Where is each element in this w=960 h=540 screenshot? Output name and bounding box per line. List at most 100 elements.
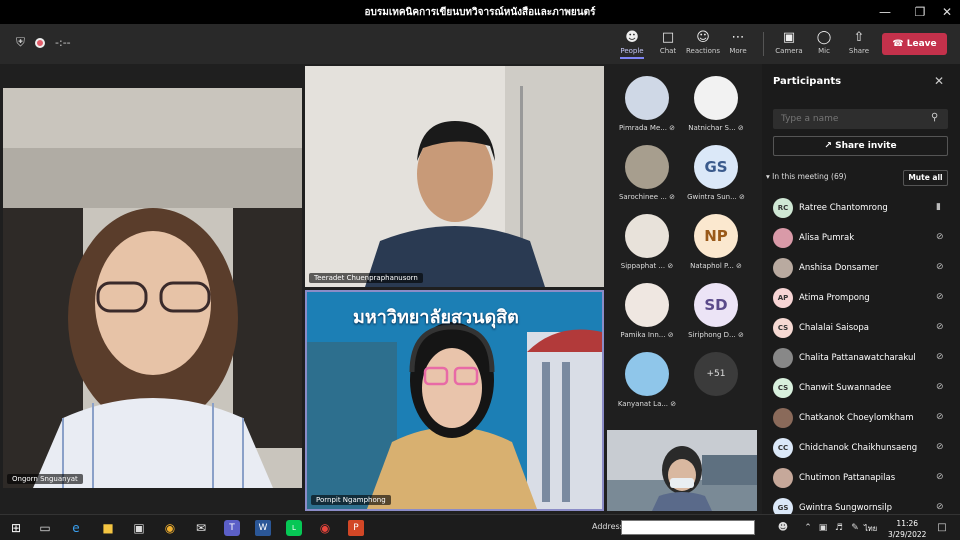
grid-participant[interactable]: Natnichar S... ⊘ xyxy=(685,76,747,132)
maximize-button[interactable]: ❐ xyxy=(905,0,935,24)
mic-off-icon[interactable]: ⊘ xyxy=(936,322,944,332)
self-view-tile[interactable] xyxy=(607,430,757,511)
participant-row[interactable]: Chalita Pattanawatcharakul ⊘ xyxy=(762,344,960,374)
grid-participant[interactable]: Sarochinee ... ⊘ xyxy=(616,145,678,201)
edge-icon[interactable]: e xyxy=(68,520,84,536)
mic-button[interactable]: ◯ Mic xyxy=(806,29,842,55)
mic-on-icon[interactable]: ▮ xyxy=(936,202,941,212)
mic-off-icon: ⊘ xyxy=(669,124,676,132)
word-icon[interactable]: W xyxy=(255,520,271,536)
participant-video xyxy=(3,88,302,488)
more-participants-button[interactable]: +51 xyxy=(685,352,747,396)
grid-participant[interactable]: Pamika Inn... ⊘ xyxy=(616,283,678,339)
more-button[interactable]: ⋯ More xyxy=(720,29,756,55)
grid-participant[interactable]: GS Gwintra Sun... ⊘ xyxy=(685,145,747,201)
grid-participant[interactable]: Kanyanat La... ⊘ xyxy=(616,352,678,408)
avatar xyxy=(773,228,793,248)
grid-participant[interactable]: Sippaphat ... ⊘ xyxy=(616,214,678,270)
chat-button[interactable]: □ Chat xyxy=(650,29,686,55)
share-button[interactable]: ⇧ Share xyxy=(841,29,877,55)
network-icon[interactable]: ▣ xyxy=(815,520,831,536)
file-explorer-icon[interactable]: ■ xyxy=(100,520,116,536)
participant-row[interactable]: Chatkanok Choeylomkham ⊘ xyxy=(762,404,960,434)
mic-off-icon[interactable]: ⊘ xyxy=(936,502,944,512)
chat-icon: □ xyxy=(661,30,675,45)
task-view-icon[interactable]: ▭ xyxy=(37,520,53,536)
mic-off-icon[interactable]: ⊘ xyxy=(936,382,944,392)
mic-off-icon: ⊘ xyxy=(739,193,745,201)
chevron-down-icon: ▾ xyxy=(766,172,770,181)
close-window-button[interactable]: ✕ xyxy=(932,0,960,24)
meeting-timer: -:-- xyxy=(55,36,71,49)
close-panel-icon[interactable]: ✕ xyxy=(934,74,944,88)
participant-name-tag: Ongorn Snguanyat xyxy=(7,474,83,484)
participants-panel: Participants ✕ ⚲ ↗ Share invite ▾ In thi… xyxy=(762,64,960,518)
mail-icon[interactable]: ✉ xyxy=(193,520,209,536)
avatar xyxy=(625,283,669,327)
mic-off-icon: ⊘ xyxy=(670,400,677,408)
mic-off-icon[interactable]: ⊘ xyxy=(936,232,944,242)
mic-off-icon[interactable]: ⊘ xyxy=(936,352,944,362)
grid-participant[interactable]: SD Siriphong D... ⊘ xyxy=(685,283,747,339)
chrome-canary-icon[interactable]: ◉ xyxy=(162,520,178,536)
participant-row[interactable]: CS Chanwit Suwannadee ⊘ xyxy=(762,374,960,404)
avatar: RC xyxy=(773,198,793,218)
share-icon: ↗ xyxy=(824,141,832,151)
video-tile-ongorn[interactable]: Ongorn Snguanyat xyxy=(3,88,302,488)
title-bar: อบรมเทคนิคการเขียนบทวิจารณ์หนังสือและภาพ… xyxy=(0,0,960,24)
address-input[interactable] xyxy=(621,520,755,535)
mic-off-icon: ⊘ xyxy=(736,262,742,270)
grid-participant[interactable]: NP Nataphol P... ⊘ xyxy=(685,214,747,270)
store-icon[interactable]: ▣ xyxy=(131,520,147,536)
avatar xyxy=(625,76,669,120)
mic-off-icon[interactable]: ⊘ xyxy=(936,262,944,272)
line-icon[interactable]: L xyxy=(286,520,302,536)
avatar xyxy=(625,145,669,189)
search-input[interactable] xyxy=(773,109,948,129)
avatar xyxy=(694,76,738,120)
mic-off-icon: ⊘ xyxy=(737,124,744,132)
participant-name: Alisa Pumrak xyxy=(799,233,855,243)
participant-name: Chalalai Saisopa xyxy=(799,323,869,333)
camera-button[interactable]: ▣ Camera xyxy=(771,29,807,55)
minimize-button[interactable]: — xyxy=(870,0,900,24)
participant-row[interactable]: Anshisa Donsamer ⊘ xyxy=(762,254,960,284)
mic-off-icon[interactable]: ⊘ xyxy=(936,442,944,452)
share-invite-button[interactable]: ↗ Share invite xyxy=(773,136,948,156)
video-tile-pornpit[interactable]: มหาวิทยาลัยสวนดุสิต Pornpit Ngamphong xyxy=(305,290,604,511)
participant-name-tag: Teeradet Chuenpraphanusorn xyxy=(309,273,423,283)
video-tile-teeradet[interactable]: Teeradet Chuenpraphanusorn xyxy=(305,66,604,287)
chrome-icon[interactable]: ◉ xyxy=(317,520,333,536)
mic-off-icon[interactable]: ⊘ xyxy=(936,412,944,422)
grid-participant[interactable]: Pimrada Me... ⊘ xyxy=(616,76,678,132)
chevron-up-icon[interactable]: ⌃ xyxy=(800,520,816,536)
mic-icon: ◯ xyxy=(816,30,832,45)
teams-icon[interactable]: T xyxy=(224,520,240,536)
participant-name: Atima Prompong xyxy=(799,293,870,303)
participant-row[interactable]: Alisa Pumrak ⊘ xyxy=(762,224,960,254)
participant-row[interactable]: CS Chalalai Saisopa ⊘ xyxy=(762,314,960,344)
window-title: อบรมเทคนิคการเขียนบทวิจารณ์หนังสือและภาพ… xyxy=(364,7,596,18)
mute-all-button[interactable]: Mute all xyxy=(903,170,948,186)
participant-name: Anshisa Donsamer xyxy=(799,263,879,273)
reactions-button[interactable]: ☺ Reactions xyxy=(685,29,721,55)
mic-off-icon[interactable]: ⊘ xyxy=(936,292,944,302)
powerpoint-icon[interactable]: P xyxy=(348,520,364,536)
people-button[interactable]: ☻ People xyxy=(614,29,650,59)
participant-row[interactable]: RC Ratree Chantomrong ▮ xyxy=(762,194,960,224)
participant-row[interactable]: Chutimon Pattanapilas ⊘ xyxy=(762,464,960,494)
participant-row[interactable]: CC Chidchanok Chaikhunsaeng ⊘ xyxy=(762,434,960,464)
in-meeting-section-toggle[interactable]: ▾ In this meeting (69) xyxy=(766,172,846,181)
system-clock[interactable]: 11:26 3/29/2022 xyxy=(888,518,926,540)
leave-button[interactable]: ☎ Leave xyxy=(882,33,947,55)
pen-icon[interactable]: ✎ xyxy=(847,520,863,536)
mic-off-icon[interactable]: ⊘ xyxy=(936,472,944,482)
participant-row[interactable]: AP Atima Prompong ⊘ xyxy=(762,284,960,314)
notifications-icon[interactable]: □ xyxy=(934,520,950,536)
avatar xyxy=(773,348,793,368)
input-language-indicator[interactable]: ไทย xyxy=(864,523,877,535)
mic-off-icon: ⊘ xyxy=(669,193,676,201)
volume-icon[interactable]: ♬ xyxy=(831,520,847,536)
people-icon[interactable]: ☻ xyxy=(775,520,791,536)
start-icon[interactable]: ⊞ xyxy=(8,520,24,536)
